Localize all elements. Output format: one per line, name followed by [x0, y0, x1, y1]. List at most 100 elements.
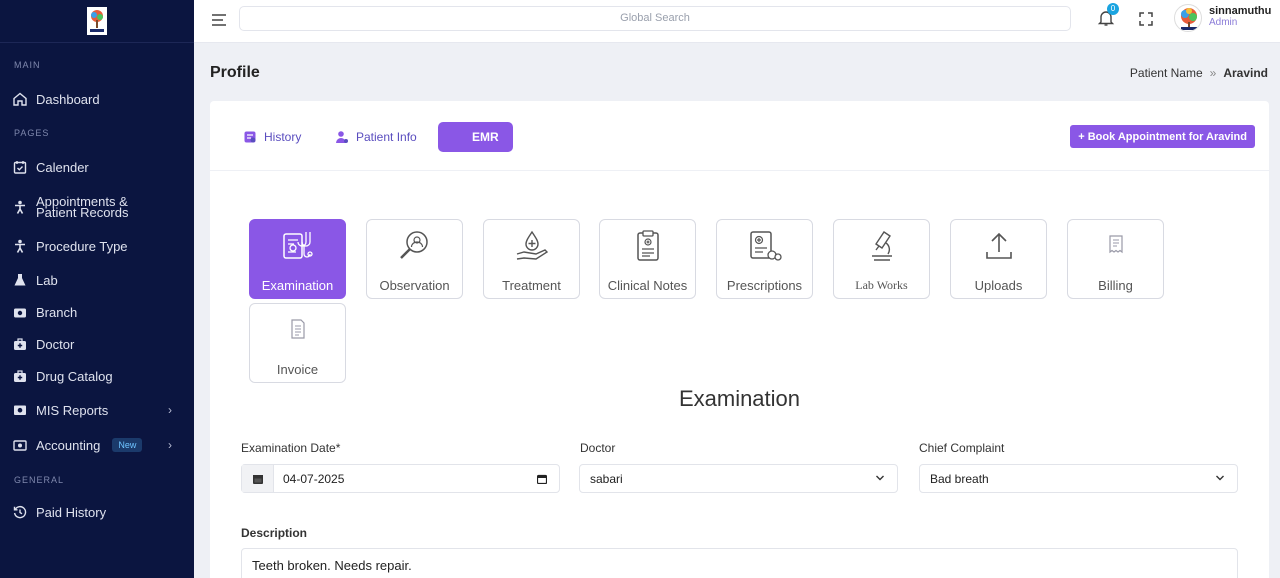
- section-label-main: MAIN: [14, 60, 41, 70]
- money-icon: [12, 437, 28, 453]
- date-picker-icon[interactable]: [537, 474, 547, 484]
- sidebar-item-mis-reports[interactable]: MIS Reports ›: [0, 402, 194, 418]
- module-label: Lab Works: [855, 278, 908, 292]
- history-tab-icon: [244, 131, 256, 143]
- logo-area: [0, 0, 194, 43]
- sidebar-item-lab[interactable]: Lab: [0, 272, 194, 288]
- breadcrumb-parent[interactable]: Patient Name: [1130, 66, 1203, 80]
- tab-label: EMR: [472, 130, 499, 144]
- magnifier-person-icon: [400, 231, 428, 259]
- sidebar-item-appointments[interactable]: Appointments & Patient Records: [0, 195, 194, 219]
- sidebar-item-doctor[interactable]: Doctor: [0, 336, 194, 352]
- module-label: Observation: [379, 278, 450, 293]
- doctor-select-value: sabari: [590, 471, 623, 486]
- tab-label: Patient Info: [356, 130, 417, 144]
- briefcase-medical-icon: [12, 368, 28, 384]
- chevron-right-icon: ›: [168, 403, 172, 417]
- tab-patient-info[interactable]: Patient Info: [335, 122, 417, 152]
- module-label: Clinical Notes: [607, 278, 688, 293]
- sidebar-item-label: Procedure Type: [36, 238, 128, 254]
- person-icon: [12, 238, 28, 254]
- global-search-input[interactable]: Global Search: [239, 6, 1071, 31]
- fullscreen-icon[interactable]: [1138, 11, 1154, 27]
- module-lab-works[interactable]: Lab Works: [833, 219, 930, 299]
- module-prescriptions[interactable]: Prescriptions: [716, 219, 813, 299]
- description-textarea[interactable]: Teeth broken. Needs repair.: [241, 548, 1238, 578]
- home-icon: [12, 91, 28, 107]
- module-billing[interactable]: Billing: [1067, 219, 1164, 299]
- module-label: Treatment: [502, 278, 561, 293]
- breadcrumb-current: Aravind: [1223, 66, 1268, 80]
- menu-toggle-icon[interactable]: [210, 11, 228, 29]
- sidebar-item-drug-catalog[interactable]: Drug Catalog: [0, 368, 194, 384]
- doctor-label: Doctor: [580, 441, 616, 455]
- report-icon: [12, 402, 28, 418]
- chevron-down-icon: [876, 475, 884, 481]
- module-clinical-notes[interactable]: Clinical Notes: [599, 219, 696, 299]
- module-uploads[interactable]: Uploads: [950, 219, 1047, 299]
- sidebar-item-dashboard[interactable]: Dashboard: [0, 91, 194, 107]
- top-bar: Global Search 0 sinnamuthu Admin: [194, 0, 1280, 43]
- invoice-icon: [291, 319, 305, 339]
- module-invoice[interactable]: Invoice: [249, 303, 346, 383]
- new-badge: New: [112, 438, 143, 452]
- camera-icon: [12, 304, 28, 320]
- section-title: Examination: [678, 386, 801, 411]
- notification-count-badge: 0: [1107, 3, 1119, 15]
- profile-tabs: History Patient Info EMR + Book Appointm…: [210, 101, 1269, 171]
- breadcrumb: Patient Name » Aravind: [1130, 66, 1268, 80]
- chevron-right-icon: ›: [168, 438, 172, 452]
- sidebar-item-label-line2: Patient Records: [36, 205, 129, 220]
- sidebar-item-label: Lab: [36, 272, 58, 288]
- hand-care-icon: [516, 230, 549, 260]
- prescription-icon: [750, 231, 782, 261]
- description-label: Description: [241, 526, 308, 540]
- page-title: Profile: [210, 64, 260, 81]
- clipboard-icon: [637, 230, 659, 261]
- sidebar-item-label: Calender: [36, 159, 89, 175]
- sidebar-item-paid-history[interactable]: Paid History: [0, 504, 194, 520]
- module-observation[interactable]: Observation: [366, 219, 463, 299]
- sidebar-item-label: Branch: [36, 304, 78, 320]
- user-avatar[interactable]: [1174, 4, 1202, 32]
- module-treatment[interactable]: Treatment: [483, 219, 580, 299]
- profile-card: History Patient Info EMR + Book Appointm…: [210, 101, 1269, 578]
- sidebar-item-label: MIS Reports: [36, 402, 109, 418]
- chief-complaint-select[interactable]: Bad breath: [919, 464, 1238, 493]
- breadcrumb-separator: »: [1209, 66, 1217, 80]
- sidebar-item-label: Doctor: [36, 336, 75, 352]
- app-logo[interactable]: [87, 7, 107, 35]
- chief-complaint-value: Bad breath: [930, 471, 989, 486]
- calendar-icon: [252, 474, 263, 484]
- chevron-down-icon: [1216, 475, 1224, 481]
- receipt-icon: [1109, 235, 1123, 254]
- module-label: Uploads: [974, 278, 1023, 293]
- history-icon: [12, 504, 28, 520]
- calendar-check-icon: [12, 159, 28, 175]
- sidebar-item-label: Paid History: [36, 504, 107, 520]
- sidebar-item-procedure-type[interactable]: Procedure Type: [0, 238, 194, 254]
- tab-emr[interactable]: EMR: [438, 122, 513, 152]
- calendar-addon: [242, 465, 274, 492]
- briefcase-medical-icon: [12, 336, 28, 352]
- user-role: Admin: [1209, 17, 1238, 28]
- sidebar-item-branch[interactable]: Branch: [0, 304, 194, 320]
- sidebar-item-calender[interactable]: Calender: [0, 159, 194, 175]
- sidebar-item-accounting[interactable]: Accounting New ›: [0, 437, 194, 453]
- book-appointment-button[interactable]: + Book Appointment for Aravind: [1070, 125, 1255, 148]
- tab-history[interactable]: History: [243, 122, 301, 152]
- tab-label: History: [264, 130, 302, 144]
- sidebar-item-label: Dashboard: [36, 91, 100, 107]
- module-examination[interactable]: Examination: [249, 219, 346, 299]
- examination-date-label: Examination Date*: [241, 441, 341, 455]
- patient-info-icon: [336, 131, 348, 143]
- examination-date-field[interactable]: 04-07-2025: [241, 464, 560, 493]
- sidebar-item-label: Accounting: [36, 437, 101, 453]
- module-label: Invoice: [276, 362, 319, 377]
- microscope-icon: [872, 231, 892, 261]
- examination-date-value: 04-07-2025: [283, 471, 345, 486]
- user-name: sinnamuthu: [1209, 5, 1272, 17]
- section-label-pages: PAGES: [14, 128, 50, 138]
- doctor-select[interactable]: sabari: [579, 464, 898, 493]
- upload-icon: [986, 232, 1012, 259]
